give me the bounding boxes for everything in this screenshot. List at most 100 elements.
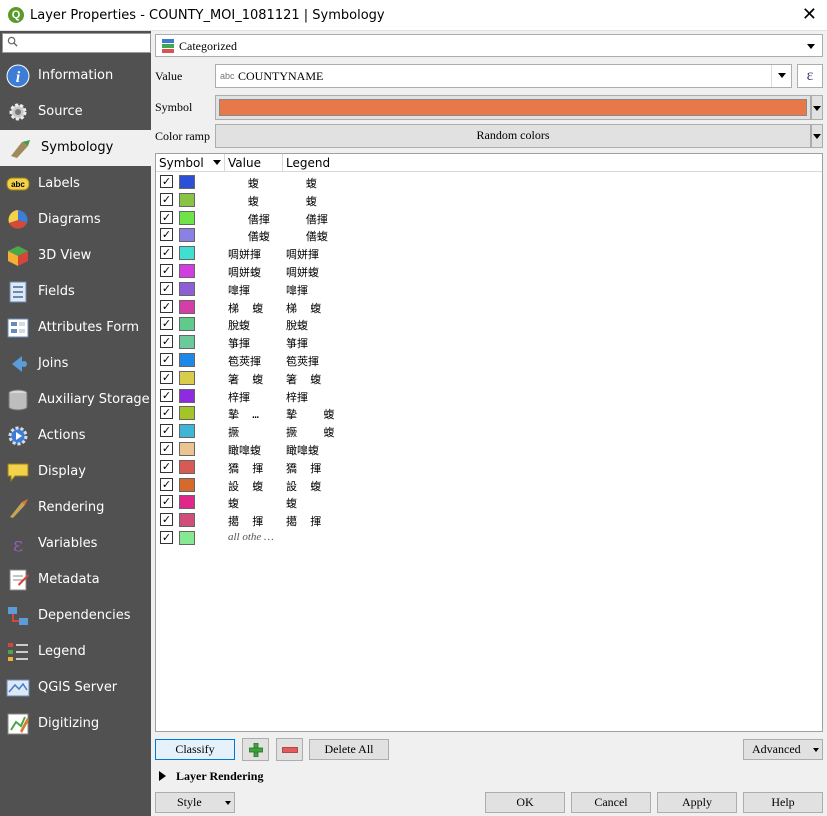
category-legend[interactable]: 嘷揮 (286, 282, 308, 298)
category-legend[interactable]: 蝮 (286, 175, 317, 191)
category-checkbox[interactable]: ✓ (160, 388, 173, 402)
category-symbol-swatch[interactable] (179, 495, 195, 510)
sidebar-item-information[interactable]: i Information (0, 58, 151, 94)
apply-button[interactable]: Apply (657, 792, 737, 813)
category-checkbox[interactable]: ✓ (160, 228, 173, 242)
category-symbol-swatch[interactable] (179, 317, 195, 332)
table-row[interactable]: ✓ 蝮 蝮 (156, 493, 822, 511)
sidebar-item-source[interactable]: Source (0, 94, 151, 130)
category-value[interactable]: 笣莢揮 (228, 353, 261, 369)
sidebar-item-dependencies[interactable]: Dependencies (0, 598, 151, 634)
category-checkbox[interactable]: ✓ (160, 495, 173, 509)
style-button[interactable]: Style (155, 792, 235, 813)
sidebar-item-diagrams[interactable]: Diagrams (0, 202, 151, 238)
table-row[interactable]: ✓ 僐蝮 僐蝮 (156, 226, 822, 244)
category-legend[interactable]: 擖 揮 (286, 513, 321, 529)
category-checkbox[interactable]: ✓ (160, 335, 173, 349)
table-row[interactable]: ✓ 嘷揮 嘷揮 (156, 280, 822, 298)
category-symbol-swatch[interactable] (179, 246, 195, 261)
sidebar-item-labels[interactable]: abc Labels (0, 166, 151, 202)
category-legend[interactable]: 箸 蝮 (286, 371, 321, 387)
category-legend[interactable]: 撅 蝮 (286, 424, 335, 440)
table-row[interactable]: ✓ 梯 蝮 梯 蝮 (156, 298, 822, 316)
category-legend[interactable]: 啁姘蝮 (286, 264, 319, 280)
category-legend[interactable]: 僐揮 (286, 211, 328, 227)
category-legend[interactable]: 設 蝮 (286, 478, 321, 494)
table-row[interactable]: ✓ 啁姘蝮 啁姘蝮 (156, 262, 822, 280)
table-row[interactable]: ✓ 啁姘揮 啁姘揮 (156, 244, 822, 262)
category-checkbox[interactable]: ✓ (160, 459, 173, 473)
category-value[interactable]: 蝮 (228, 175, 259, 191)
category-checkbox[interactable]: ✓ (160, 531, 173, 544)
layer-rendering-toggle[interactable]: Layer Rendering (159, 768, 359, 784)
category-legend[interactable]: 梓揮 (286, 389, 308, 405)
category-legend[interactable]: 瞰嘷蝮 (286, 442, 319, 458)
category-checkbox[interactable]: ✓ (160, 406, 173, 420)
category-checkbox[interactable]: ✓ (160, 210, 173, 224)
category-symbol-swatch[interactable] (179, 353, 195, 367)
category-symbol-swatch[interactable] (179, 513, 195, 528)
category-value[interactable]: 梓揮 (228, 389, 250, 405)
category-checkbox[interactable]: ✓ (160, 175, 173, 188)
sidebar-item-actions[interactable]: Actions (0, 418, 151, 454)
category-legend[interactable]: 摯 蝮 (286, 406, 335, 422)
sort-down-icon[interactable] (213, 160, 221, 165)
table-row[interactable]: ✓ 蝮 蝮 (156, 173, 822, 191)
category-value[interactable]: 脫蝮 (228, 317, 250, 333)
table-row[interactable]: ✓ 獢 揮 獢 揮 (156, 458, 822, 476)
category-value[interactable]: 蝮 (228, 193, 259, 209)
value-dropdown-button[interactable] (771, 65, 791, 87)
category-legend[interactable]: 蝮 (286, 495, 297, 511)
symbol-menu-button[interactable] (811, 95, 823, 120)
category-legend[interactable]: 梯 蝮 (286, 300, 321, 316)
color-ramp-menu-button[interactable] (811, 124, 823, 148)
category-value[interactable]: 擖 揮 (228, 513, 263, 529)
add-category-button[interactable] (242, 738, 269, 761)
category-symbol-swatch[interactable] (179, 370, 195, 385)
category-checkbox[interactable]: ✓ (160, 264, 173, 277)
sidebar-item-3d-view[interactable]: 3D View (0, 238, 151, 274)
categories-table[interactable]: Symbol Value Legend ✓ 蝮 蝮 ✓ 蝮 蝮 ✓ 僐揮 僐揮 ✓ 僐… (155, 153, 823, 732)
category-checkbox[interactable]: ✓ (160, 317, 173, 331)
sidebar-item-display[interactable]: Display (0, 454, 151, 490)
value-field-select[interactable]: abc COUNTYNAME (215, 64, 792, 88)
cancel-button[interactable]: Cancel (571, 792, 651, 813)
renderer-type-select[interactable]: Categorized (155, 34, 823, 57)
category-checkbox[interactable]: ✓ (160, 299, 173, 313)
sidebar-item-auxiliary-storage[interactable]: Auxiliary Storage (0, 382, 151, 418)
category-symbol-swatch[interactable] (179, 175, 195, 189)
category-value[interactable]: 梯 蝮 (228, 300, 263, 316)
close-icon[interactable]: ✕ (802, 4, 817, 25)
category-symbol-swatch[interactable] (179, 406, 195, 421)
category-symbol-swatch[interactable] (179, 442, 195, 456)
category-symbol-swatch[interactable] (179, 424, 195, 439)
column-header-legend[interactable]: Legend (286, 156, 330, 170)
table-row[interactable]: ✓ 僐揮 僐揮 (156, 209, 822, 227)
category-value[interactable]: 僐蝮 (228, 228, 270, 244)
category-value[interactable]: 啁姘揮 (228, 246, 261, 262)
category-value[interactable]: 嘷揮 (228, 282, 250, 298)
table-row[interactable]: ✓ 擖 揮 擖 揮 (156, 511, 822, 529)
advanced-button[interactable]: Advanced (743, 739, 823, 760)
category-value[interactable]: 設 蝮 (228, 478, 263, 494)
category-checkbox[interactable]: ✓ (160, 281, 173, 295)
category-value[interactable]: 箸 蝮 (228, 371, 263, 387)
sidebar-item-rendering[interactable]: Rendering (0, 490, 151, 526)
category-checkbox[interactable]: ✓ (160, 442, 173, 455)
category-legend[interactable]: 蝮 (286, 193, 317, 209)
category-value[interactable]: all othe … (228, 531, 274, 543)
table-row[interactable]: ✓ 梓揮 梓揮 (156, 387, 822, 405)
table-row[interactable]: ✓ 脫蝮 脫蝮 (156, 315, 822, 333)
sidebar-item-attributes-form[interactable]: Attributes Form (0, 310, 151, 346)
category-symbol-swatch[interactable] (179, 228, 195, 243)
table-row[interactable]: ✓ 瞰嘷蝮 瞰嘷蝮 (156, 440, 822, 458)
table-row[interactable]: ✓ 設 蝮 設 蝮 (156, 476, 822, 494)
category-checkbox[interactable]: ✓ (160, 477, 173, 491)
category-value[interactable]: 啁姘蝮 (228, 264, 261, 280)
color-ramp-button[interactable]: Random colors (215, 124, 811, 148)
sidebar-item-joins[interactable]: Joins (0, 346, 151, 382)
sidebar-item-symbology[interactable]: Symbology (0, 130, 151, 166)
category-checkbox[interactable]: ✓ (160, 246, 173, 260)
delete-all-button[interactable]: Delete All (309, 739, 389, 760)
category-symbol-swatch[interactable] (179, 388, 195, 403)
